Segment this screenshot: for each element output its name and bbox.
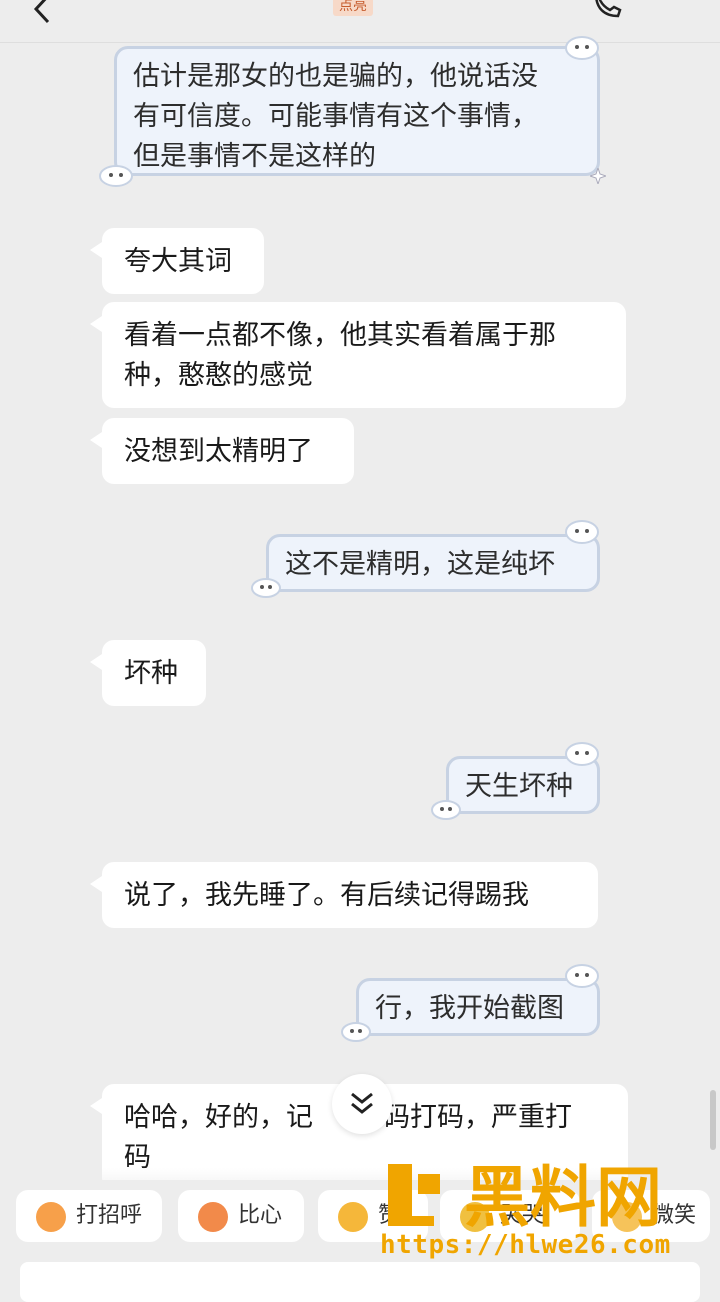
message-bubble-incoming[interactable]: 说了，我先睡了。有后续记得踢我 bbox=[90, 862, 598, 928]
message-line: 坏种 bbox=[124, 658, 178, 689]
watermark-logo: 黑料网 bbox=[388, 1159, 662, 1234]
message-bubble-outgoing[interactable]: 天生坏种 bbox=[446, 756, 600, 814]
message-bubble-outgoing[interactable]: 这不是精明，这是纯坏 bbox=[266, 534, 600, 592]
message-line: 没想到太精明了 bbox=[124, 436, 313, 467]
scrollbar-thumb[interactable] bbox=[710, 1090, 716, 1150]
message-line: 估计是那女的也是骗的，他说话没 bbox=[133, 61, 538, 92]
svg-text:黑料网: 黑料网 bbox=[464, 1159, 662, 1234]
message-line: 种，憨憨的感觉 bbox=[124, 360, 313, 391]
message-bubble-outgoing[interactable]: 行，我开始截图 bbox=[356, 978, 600, 1036]
quick-reply-chip[interactable]: 比心 bbox=[178, 1190, 304, 1242]
heart-hands-icon bbox=[198, 1202, 228, 1232]
chat-header: 点亮 bbox=[0, 0, 720, 43]
message-bubble-incoming[interactable]: 夸大其词 bbox=[90, 228, 264, 294]
message-line: 但是事情不是这样的 bbox=[133, 141, 376, 172]
thumbs-up-icon bbox=[338, 1202, 368, 1232]
double-chevron-down-icon bbox=[351, 1092, 373, 1114]
quick-reply-chip[interactable]: 打招呼 bbox=[16, 1190, 162, 1242]
message-bubble-incoming[interactable]: 坏种 bbox=[90, 640, 206, 706]
message-line: 天生坏种 bbox=[465, 771, 573, 802]
message-bubble-incoming[interactable]: 看着一点都不像，他其实看着属于那 种，憨憨的感觉 bbox=[90, 302, 626, 408]
message-input-bar[interactable] bbox=[20, 1262, 700, 1302]
message-line: 说了，我先睡了。有后续记得踢我 bbox=[124, 880, 529, 911]
smile-wave-icon bbox=[36, 1202, 66, 1232]
message-line: 夸大其词 bbox=[124, 246, 232, 277]
contact-title-tag: 点亮 bbox=[333, 0, 373, 16]
message-bubble-incoming[interactable]: 没想到太精明了 bbox=[90, 418, 354, 484]
message-bubble-outgoing[interactable]: 估计是那女的也是骗的，他说话没 有可信度。可能事情有这个事情， 但是事情不是这样… bbox=[114, 46, 600, 176]
chevron-left-icon[interactable] bbox=[28, 0, 58, 24]
phone-icon[interactable] bbox=[590, 0, 624, 22]
message-line: 有可信度。可能事情有这个事情， bbox=[133, 101, 538, 132]
watermark-url: https://hlwe26.com bbox=[380, 1230, 671, 1260]
message-line: 行，我开始截图 bbox=[375, 993, 564, 1024]
message-line: 这不是精明，这是纯坏 bbox=[285, 549, 555, 580]
message-line: 看着一点都不像，他其实看着属于那 bbox=[124, 320, 556, 351]
scroll-to-bottom-button[interactable] bbox=[332, 1074, 392, 1134]
